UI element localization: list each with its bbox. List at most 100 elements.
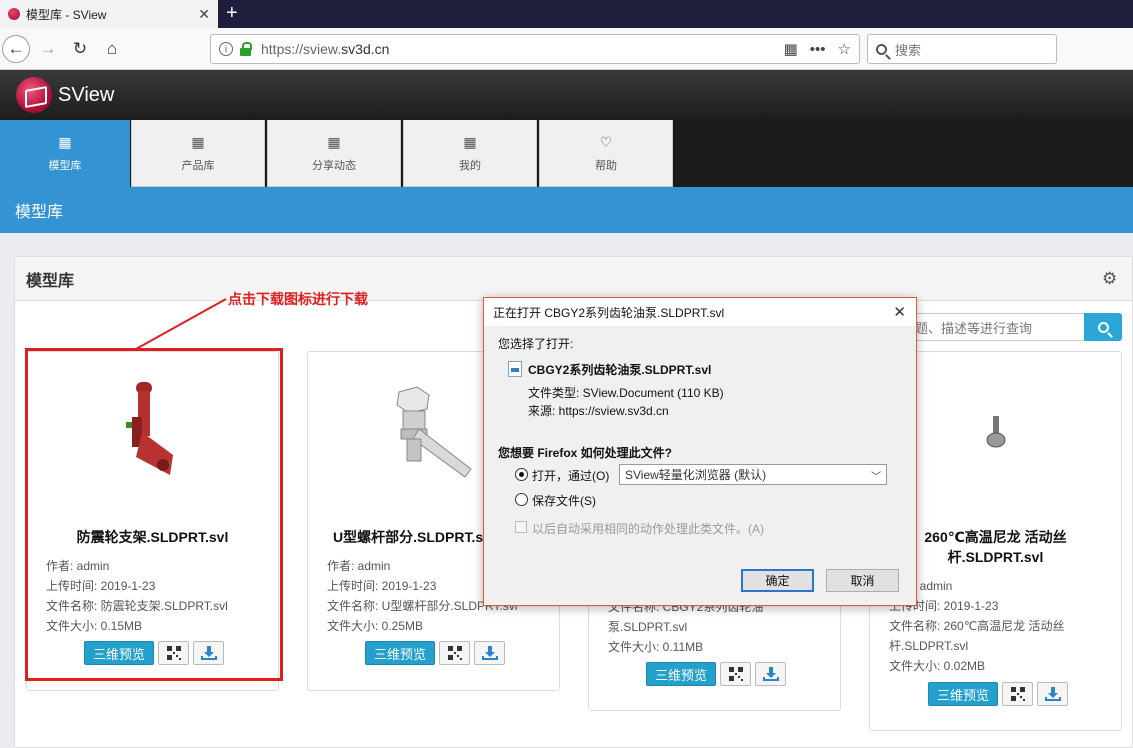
you-chose-label: 您选择了打开: bbox=[498, 337, 574, 351]
qr-code-button[interactable] bbox=[439, 641, 471, 665]
preview-3d-button[interactable]: 三维预览 bbox=[646, 662, 717, 686]
dialog-source: 来源: https://sview.sv3d.cn bbox=[528, 404, 669, 418]
card-file-size: 文件大小: 0.02MB bbox=[889, 659, 986, 673]
download-button[interactable] bbox=[1037, 682, 1069, 706]
tab-label: 帮助 bbox=[595, 159, 617, 172]
open-with-radio[interactable] bbox=[515, 468, 528, 481]
sview-favicon-icon bbox=[8, 8, 20, 20]
dialog-file-name: CBGY2系列齿轮油泵.SLDPRT.svl bbox=[528, 363, 712, 377]
card-file-name-cont: 泵.SLDPRT.svl bbox=[608, 620, 688, 634]
save-file-label[interactable]: 保存文件(S) bbox=[532, 492, 596, 509]
highlight-box bbox=[25, 348, 283, 681]
dialog-question: 您想要 Firefox 如何处理此文件? bbox=[498, 446, 673, 460]
tab-product-library[interactable]: ▦ 产品库 bbox=[131, 120, 265, 187]
download-icon bbox=[481, 646, 498, 660]
preview-3d-button[interactable]: 三维预览 bbox=[928, 682, 999, 706]
tab-mine[interactable]: ▦ 我的 bbox=[403, 120, 537, 187]
arrow-right-icon: → bbox=[39, 39, 57, 58]
browser-tab[interactable]: 模型库 - SView ✕ bbox=[0, 0, 218, 28]
card-author: 作者: admin bbox=[327, 559, 391, 573]
qr-code-button[interactable] bbox=[1002, 682, 1034, 706]
card-actions: 三维预览 bbox=[646, 662, 787, 686]
download-icon bbox=[1044, 687, 1061, 701]
tab-model-library[interactable]: ▦ 模型库 bbox=[0, 120, 130, 187]
card-actions: 三维预览 bbox=[928, 682, 1069, 706]
card-file-size: 文件大小: 0.25MB bbox=[327, 619, 424, 633]
auto-action-checkbox[interactable] bbox=[515, 521, 527, 533]
home-icon: ⌂ bbox=[106, 39, 118, 58]
url-bar[interactable]: i https://sview.sv3d.cn ▦ ••• ☆ bbox=[210, 34, 860, 64]
url-actions: ▦ ••• ☆ bbox=[784, 40, 851, 59]
sview-logo-icon[interactable] bbox=[16, 77, 52, 113]
close-icon[interactable]: ✕ bbox=[893, 303, 906, 321]
main-nav: ▦ 模型库 ▦ 产品库 ▦ 分享动态 ▦ 我的 ♡ 帮助 bbox=[0, 120, 1133, 187]
info-icon[interactable]: i bbox=[219, 42, 233, 56]
forward-button[interactable]: → bbox=[35, 36, 61, 62]
qr-code-button[interactable] bbox=[720, 662, 752, 686]
card-upload-time: 上传时间: 2019-1-23 bbox=[327, 579, 437, 593]
search-icon bbox=[876, 43, 887, 55]
download-button[interactable] bbox=[474, 641, 506, 665]
app-select[interactable]: SView轻量化浏览器 (默认) ﹀ bbox=[619, 464, 887, 485]
grid-icon: ▦ bbox=[58, 134, 72, 150]
search-placeholder: 搜索 bbox=[895, 42, 922, 58]
brand-name[interactable]: SView bbox=[58, 84, 114, 107]
gear-icon[interactable]: ⚙ bbox=[1102, 270, 1118, 287]
card-file-name: 文件名称: 260℃高温尼龙 活动丝 bbox=[889, 619, 1065, 633]
tab-help[interactable]: ♡ 帮助 bbox=[539, 120, 673, 187]
search-icon bbox=[1097, 321, 1109, 333]
download-icon bbox=[762, 667, 779, 681]
preview-3d-button[interactable]: 三维预览 bbox=[365, 641, 436, 665]
site-header: SView bbox=[0, 70, 1133, 120]
home-button[interactable]: ⌂ bbox=[99, 36, 125, 62]
browser-search-input[interactable]: 搜索 bbox=[867, 34, 1057, 64]
bookmark-star-icon[interactable]: ☆ bbox=[838, 40, 851, 58]
dialog-title: 正在打开 CBGY2系列齿轮油泵.SLDPRT.svl bbox=[493, 305, 725, 320]
tab-label: 模型库 bbox=[48, 160, 82, 172]
query-input[interactable]: 题、描述等进行查询 bbox=[908, 313, 1084, 341]
tab-title: 模型库 - SView bbox=[26, 7, 107, 22]
qr-code-icon bbox=[728, 667, 743, 681]
card-file-size: 文件大小: 0.11MB bbox=[608, 640, 704, 654]
qr-code-icon bbox=[1010, 687, 1025, 701]
back-button[interactable]: ← bbox=[2, 35, 30, 63]
section-title-bar: 模型库 bbox=[0, 187, 1133, 233]
tab-label: 分享动态 bbox=[312, 159, 356, 172]
qr-code-icon[interactable]: ▦ bbox=[784, 40, 798, 58]
url-host: sv3d.cn bbox=[341, 41, 390, 57]
cancel-button[interactable]: 取消 bbox=[826, 569, 899, 592]
reload-button[interactable]: ↻ bbox=[67, 36, 93, 62]
query-button[interactable] bbox=[1084, 313, 1122, 341]
grid-icon: ▦ bbox=[191, 133, 205, 150]
auto-action-label[interactable]: 以后自动采用相同的动作处理此类文件。(A) bbox=[532, 520, 764, 537]
card-file-name-cont: 杆.SLDPRT.svl bbox=[889, 639, 969, 653]
u-bolt-model-icon bbox=[395, 386, 472, 478]
grid-icon: ▦ bbox=[327, 133, 341, 150]
tab-label: 产品库 bbox=[181, 159, 215, 172]
new-tab-button[interactable]: + bbox=[226, 2, 238, 24]
lock-icon bbox=[239, 42, 253, 56]
annotation-callout: 点击下载图标进行下载 bbox=[228, 291, 368, 307]
download-button[interactable] bbox=[755, 662, 787, 686]
chevron-down-icon: ﹀ bbox=[871, 472, 881, 483]
tab-share-feed[interactable]: ▦ 分享动态 bbox=[267, 120, 401, 187]
dialog-file-type: 文件类型: SView.Document (110 KB) bbox=[528, 386, 724, 400]
tab-label: 我的 bbox=[459, 159, 481, 172]
reload-icon: ↻ bbox=[72, 39, 88, 58]
url-text[interactable]: https://sview.sv3d.cn bbox=[261, 41, 784, 57]
card-actions: 三维预览 bbox=[365, 641, 506, 665]
app-select-value: SView轻量化浏览器 (默认) bbox=[625, 468, 767, 482]
ok-button[interactable]: 确定 bbox=[741, 569, 814, 592]
save-file-radio[interactable] bbox=[515, 493, 528, 506]
browser-tab-strip: 模型库 - SView ✕ + bbox=[0, 0, 1133, 28]
open-file-dialog: 正在打开 CBGY2系列齿轮油泵.SLDPRT.svl ✕ 您选择了打开: CB… bbox=[483, 297, 917, 606]
open-with-label[interactable]: 打开，通过(O) bbox=[532, 467, 609, 484]
more-icon[interactable]: ••• bbox=[810, 41, 826, 58]
url-prefix: https://sview. bbox=[261, 41, 342, 57]
screw-model-icon bbox=[986, 416, 1005, 448]
file-icon bbox=[508, 361, 522, 377]
browser-navbar: ← → ↻ ⌂ i https://sview.sv3d.cn ▦ ••• ☆ … bbox=[0, 28, 1133, 70]
heart-icon: ♡ bbox=[599, 133, 613, 150]
tab-close-icon[interactable]: ✕ bbox=[198, 6, 210, 23]
arrow-left-icon: ← bbox=[7, 39, 25, 58]
